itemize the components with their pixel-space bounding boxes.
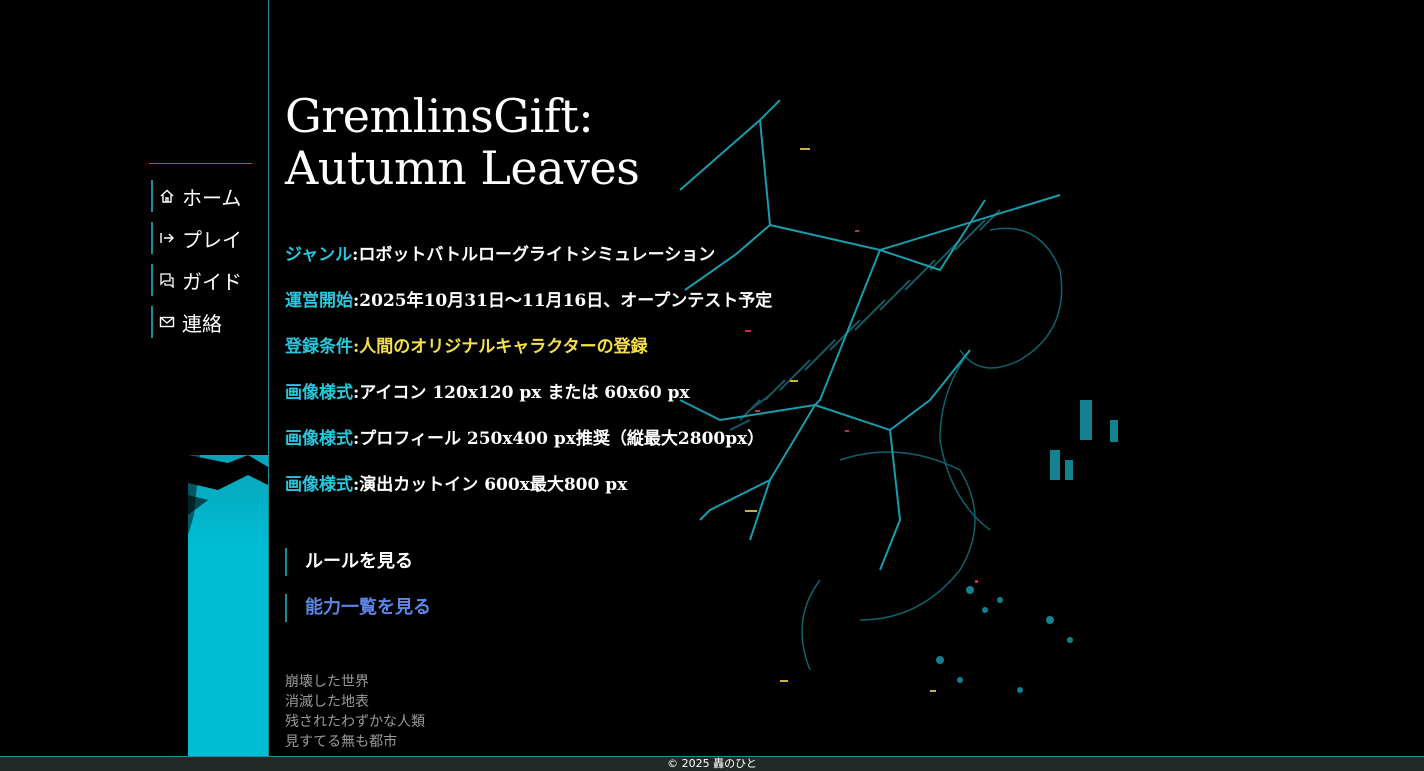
login-arrow-icon <box>159 230 175 246</box>
nav-item-label: プレイ <box>182 227 242 252</box>
info-row-image-cutin: 画像様式:演出カットイン 600x最大800 px <box>285 475 628 495</box>
info-row-registration: 登録条件:人間のオリジナルキャラクターの登録 <box>285 337 648 357</box>
info-row-start: 運営開始:2025年10月31日〜11月16日、オープンテスト予定 <box>285 291 773 311</box>
footer: © 2025 轟のひと <box>0 756 1424 771</box>
info-value: ロボットバトルローグライトシミュレーション <box>358 245 716 265</box>
story-line: 残されたわずかな人類 <box>285 714 425 730</box>
info-value: プロフィール 250x400 px推奨（縦最大2800px） <box>359 429 765 449</box>
nav-item-contact[interactable]: 連絡 <box>151 306 261 338</box>
nav-item-home[interactable]: ホーム <box>151 180 261 212</box>
info-value: 演出カットイン 600x最大800 px <box>359 475 628 495</box>
info-label: 登録条件 <box>285 337 353 357</box>
info-row-image-profile: 画像様式:プロフィール 250x400 px推奨（縦最大2800px） <box>285 429 765 449</box>
link-list: ルールを見る 能力一覧を見る <box>285 548 1045 622</box>
nav-item-label: 連絡 <box>182 311 222 336</box>
mail-icon <box>159 314 175 330</box>
info-label: 画像様式 <box>285 429 353 449</box>
page-title: GremlinsGift: Autumn Leaves <box>285 90 1045 194</box>
story-line: 見すてる無も都市 <box>285 734 398 750</box>
view-rules-link[interactable]: ルールを見る <box>285 548 1045 576</box>
info-row-image-icon: 画像様式:アイコン 120x120 px または 60x60 px <box>285 383 690 403</box>
view-abilities-link[interactable]: 能力一覧を見る <box>285 594 1045 622</box>
info-value: アイコン 120x120 px または 60x60 px <box>359 383 690 403</box>
story-text: 崩壊した世界 消滅した地表 残されたわずかな人類 見すてる無も都市 <box>285 672 1045 752</box>
story-line: 崩壊した世界 <box>285 674 369 690</box>
info-row-genre: ジャンル:ロボットバトルローグライトシミュレーション <box>285 245 716 265</box>
nav-item-label: ガイド <box>182 269 242 294</box>
info-label: ジャンル <box>285 245 353 265</box>
info-label: 運営開始 <box>285 291 353 311</box>
paint-brush-strip <box>188 455 268 756</box>
nav-divider <box>149 163 252 164</box>
page: ホーム プレイ ガイド 連絡 GremlinsGift: Autumn Leav… <box>0 0 1424 771</box>
nav-item-play[interactable]: プレイ <box>151 222 261 254</box>
title-line-1: GremlinsGift: <box>285 89 594 143</box>
guide-chat-icon <box>159 272 175 288</box>
info-list: ジャンル:ロボットバトルローグライトシミュレーション 運営開始:2025年10月… <box>285 240 1045 495</box>
info-value: 2025年10月31日〜11月16日、オープンテスト予定 <box>359 291 773 311</box>
copyright-text: © 2025 轟のひと <box>667 757 757 770</box>
nav-item-guide[interactable]: ガイド <box>151 264 261 296</box>
main-content: GremlinsGift: Autumn Leaves ジャンル:ロボットバトル… <box>285 90 1045 752</box>
main-nav: ホーム プレイ ガイド 連絡 <box>151 180 261 348</box>
home-icon <box>159 188 175 204</box>
sidebar: ホーム プレイ ガイド 連絡 <box>0 0 269 756</box>
story-line: 消滅した地表 <box>285 694 369 710</box>
info-label: 画像様式 <box>285 475 353 495</box>
nav-item-label: ホーム <box>182 185 242 210</box>
info-value: 人間のオリジナルキャラクターの登録 <box>359 337 648 357</box>
info-label: 画像様式 <box>285 383 353 403</box>
title-line-2: Autumn Leaves <box>285 141 640 195</box>
